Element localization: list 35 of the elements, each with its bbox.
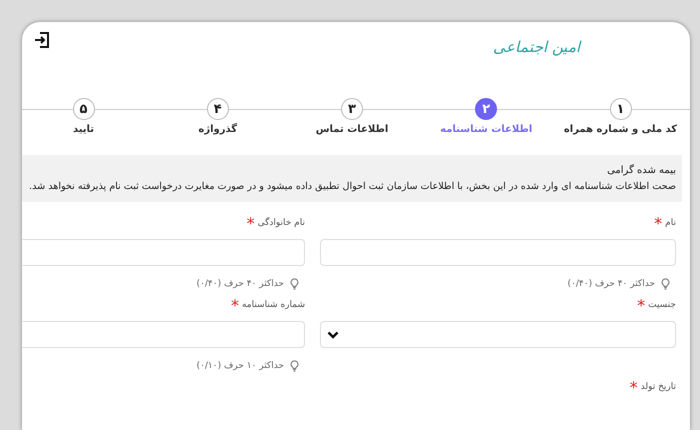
step-number: ۱: [610, 98, 632, 120]
step-number: ۲: [475, 98, 498, 120]
field-label: نام خانوادگی: [258, 218, 305, 230]
step-label[interactable]: اطلاعات تماس: [316, 124, 388, 135]
field-label: جنسیت: [648, 300, 676, 312]
sign-out-icon[interactable]: [34, 32, 50, 48]
lightbulb-icon: [290, 360, 299, 372]
required-mark: *: [630, 378, 638, 397]
required-mark: *: [246, 214, 255, 233]
required-mark: *: [654, 214, 662, 233]
field-label: شماره شناسنامه: [242, 300, 305, 312]
field-hint: حداکثر ۱۰ حرف (۰/۱۰): [196, 361, 284, 371]
input-field[interactable]: [320, 239, 676, 266]
required-mark: *: [230, 296, 239, 315]
field-hint: حداکثر ۴۰ حرف (۰/۴۰): [196, 279, 284, 289]
step-label[interactable]: اطلاعات شناسنامه: [440, 124, 532, 135]
logo-text: امین اجتماعی: [493, 38, 580, 56]
step-number: ۵: [72, 98, 94, 120]
step-label[interactable]: گذرواژه: [198, 124, 238, 135]
step-label[interactable]: کد ملی و شماره همراه: [564, 124, 678, 135]
lightbulb-icon: [290, 278, 299, 290]
step-label[interactable]: تایید: [72, 124, 94, 135]
lightbulb-icon: [661, 278, 670, 290]
field-label: تاریخ تولد: [640, 382, 676, 394]
field-hint: حداکثر ۴۰ حرف (۰/۴۰): [568, 279, 655, 289]
field-label: نام: [665, 218, 676, 230]
required-mark: *: [637, 296, 646, 315]
input-field[interactable]: [22, 239, 305, 266]
step-number: ۳: [341, 98, 363, 120]
input-field[interactable]: [22, 321, 305, 348]
notice-text: صحت اطلاعات شناسنامه ای وارد شده در این بخش، با اطلاعات سازمان ثبت احوال تطبیق داده میشود و در صورت مغایرت درخواست ثبت نام پذیرفته نخواهد شد.: [32, 181, 676, 192]
notice-title: بیمه شده گرامی: [606, 165, 676, 176]
step-number: ۴: [206, 98, 229, 120]
chevron-down-icon: [327, 330, 339, 338]
select-field[interactable]: [320, 321, 676, 348]
